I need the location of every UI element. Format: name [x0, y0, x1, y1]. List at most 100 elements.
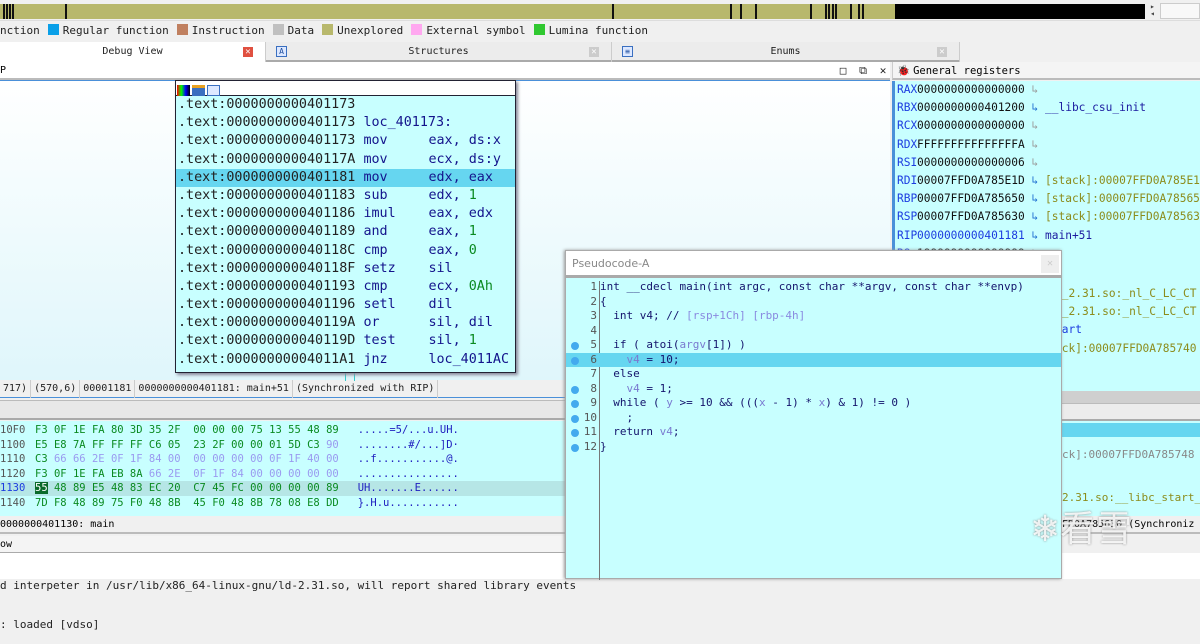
hex-byte[interactable]: 01 [269, 439, 282, 451]
disasm-line[interactable]: .text:000000000040119A or sil, dil [176, 314, 515, 332]
hex-byte[interactable]: 84 [149, 453, 162, 465]
hex-byte[interactable]: 40 [307, 453, 320, 465]
code-token[interactable]: v4 [660, 425, 673, 438]
hex-byte[interactable]: E8 [54, 439, 67, 451]
jump-arrow-icon[interactable]: ↳ [1025, 210, 1045, 223]
hex-byte[interactable]: 2E [92, 453, 105, 465]
hex-byte[interactable]: 1F [288, 453, 301, 465]
register-reference[interactable]: [stack]:00007FFD0A785E1D [1045, 174, 1200, 187]
register-value[interactable]: 0000000000000000 [917, 83, 1025, 96]
hex-byte[interactable]: 2F [212, 439, 225, 451]
hex-byte[interactable]: 00 [326, 453, 339, 465]
register-row[interactable]: RIP0000000000401181 ↳ main+51 [895, 227, 1200, 245]
hex-byte[interactable]: 66 [54, 453, 67, 465]
pseudocode-line[interactable]: 5 if ( atoi(argv[1]) ) [566, 338, 1061, 353]
hex-byte[interactable]: 13 [269, 424, 282, 436]
hex-byte[interactable]: 8A [130, 468, 143, 480]
pseudocode-line[interactable]: 7 else [566, 367, 1061, 382]
hex-byte[interactable]: F8 [54, 497, 67, 509]
pseudocode-window[interactable]: Pseudocode-A ✕ 1 int __cdecl main(int arg… [565, 250, 1062, 580]
edit-icon[interactable] [192, 85, 205, 96]
pseudocode-line[interactable]: 1 int __cdecl main(int argc, const char *… [566, 280, 1061, 295]
jump-arrow-icon[interactable]: ↳ [1025, 229, 1045, 242]
hex-byte[interactable]: 1E [73, 424, 86, 436]
jump-arrow-icon[interactable]: ↳ [1025, 192, 1045, 205]
disasm-line[interactable]: .text:0000000000401193 cmp ecx, 0Ah [176, 278, 515, 296]
register-value[interactable]: 0000000000401200 [917, 101, 1025, 114]
register-value[interactable]: 0000000000000006 [917, 156, 1025, 169]
register-value[interactable]: 00007FFD0A785650 [917, 192, 1025, 205]
code-token[interactable]: v4 [627, 382, 640, 395]
hex-byte[interactable]: 48 [73, 497, 86, 509]
register-reference[interactable]: main+51 [1045, 229, 1092, 242]
hex-byte[interactable]: C6 [149, 439, 162, 451]
pseudocode-line[interactable]: 9 while ( y >= 10 && (((x - 1) * x) & 1)… [566, 396, 1061, 411]
register-row[interactable]: RAX0000000000000000 ↳ [895, 81, 1200, 99]
hex-byte[interactable]: 23 [193, 439, 206, 451]
pseudocode-line[interactable]: 12} [566, 440, 1061, 455]
register-reference[interactable]: [stack]:00007FFD0A785650 [1045, 192, 1200, 205]
jump-arrow-icon[interactable]: ↳ [1025, 101, 1045, 114]
hex-byte[interactable]: E5 [92, 482, 105, 494]
hex-byte[interactable]: 5D [288, 439, 301, 451]
hex-byte[interactable]: 0F [54, 424, 67, 436]
hex-byte[interactable]: E5 [35, 439, 48, 451]
hex-byte[interactable]: 48 [231, 497, 244, 509]
hex-byte[interactable]: 08 [288, 497, 301, 509]
disassembly-block[interactable]: .text:0000000000401173 .text:00000000004… [175, 80, 516, 373]
hex-byte[interactable]: FF [130, 439, 143, 451]
hex-byte[interactable]: FA [92, 468, 105, 480]
hex-byte[interactable]: 55 [35, 482, 48, 494]
hex-byte[interactable]: 00 [307, 468, 320, 480]
hex-byte[interactable]: 00 [212, 424, 225, 436]
register-row[interactable]: RSI0000000000000006 ↳ [895, 154, 1200, 172]
tab-structures[interactable]: A Structures ✕ [266, 42, 612, 62]
hex-byte[interactable]: 00 [307, 482, 320, 494]
nav-zoom-box[interactable] [1160, 3, 1200, 19]
hex-byte[interactable]: 00 [250, 482, 263, 494]
jump-arrow-icon[interactable]: ↳ [1025, 138, 1045, 151]
restore-icon[interactable]: ⧉ [856, 62, 870, 80]
hex-byte[interactable]: 35 [149, 424, 162, 436]
hex-byte[interactable]: FF [92, 439, 105, 451]
jump-arrow-icon[interactable]: ↳ [1025, 174, 1045, 187]
hex-byte[interactable]: 55 [288, 424, 301, 436]
disasm-line[interactable]: .text:0000000000401186 imul eax, edx [176, 205, 515, 223]
pseudocode-titlebar[interactable]: Pseudocode-A [566, 251, 1061, 278]
register-reference[interactable]: c_2.31.so:_nl_C_LC_CT [1055, 305, 1196, 318]
disasm-line[interactable]: .text:0000000000401183 sub edx, 1 [176, 187, 515, 205]
hex-byte[interactable]: 66 [73, 453, 86, 465]
disasm-line[interactable]: .text:000000000040118F setz sil [176, 260, 515, 278]
hex-byte[interactable]: 00 [269, 468, 282, 480]
hex-byte[interactable]: 90 [326, 439, 339, 451]
hex-byte[interactable]: 0F [54, 468, 67, 480]
hex-byte[interactable]: 00 [231, 453, 244, 465]
hex-byte[interactable]: 0F [193, 468, 206, 480]
hex-byte[interactable]: 83 [130, 482, 143, 494]
disasm-line[interactable]: .text:0000000000401196 setl dil [176, 296, 515, 314]
pseudocode-line[interactable]: 11 return v4; [566, 425, 1061, 440]
hex-byte[interactable]: F0 [130, 497, 143, 509]
hex-byte[interactable]: C3 [307, 439, 320, 451]
disasm-line[interactable]: .text:0000000000401173 loc_401173: [176, 114, 515, 132]
tab-debug-view[interactable]: Debug View ✕ [0, 42, 266, 62]
register-value[interactable]: FFFFFFFFFFFFFFFA [917, 138, 1025, 151]
hex-byte[interactable]: 7D [35, 497, 48, 509]
hex-byte[interactable]: 89 [326, 482, 339, 494]
hex-byte[interactable]: 48 [54, 482, 67, 494]
disasm-line[interactable]: .text:00000000004011A1 jnz loc_4011AC [176, 351, 515, 369]
hex-byte[interactable]: C7 [193, 482, 206, 494]
hex-byte[interactable]: 00 [193, 453, 206, 465]
hex-byte[interactable]: 48 [307, 424, 320, 436]
code-token[interactable]: x [759, 396, 766, 409]
hex-byte[interactable]: 00 [168, 453, 181, 465]
hex-byte[interactable]: 00 [288, 482, 301, 494]
register-reference[interactable]: c_2.31.so:_nl_C_LC_CT [1055, 287, 1196, 300]
jump-arrow-icon[interactable]: ↳ [1025, 119, 1045, 132]
hex-byte[interactable]: 2E [168, 468, 181, 480]
code-token[interactable]: y [666, 396, 673, 409]
pseudocode-line[interactable]: 8 v4 = 1; [566, 382, 1061, 397]
hex-byte[interactable]: 0F [269, 453, 282, 465]
code-token[interactable]: v4 [627, 353, 640, 366]
navigation-band-strip[interactable] [0, 4, 1145, 19]
